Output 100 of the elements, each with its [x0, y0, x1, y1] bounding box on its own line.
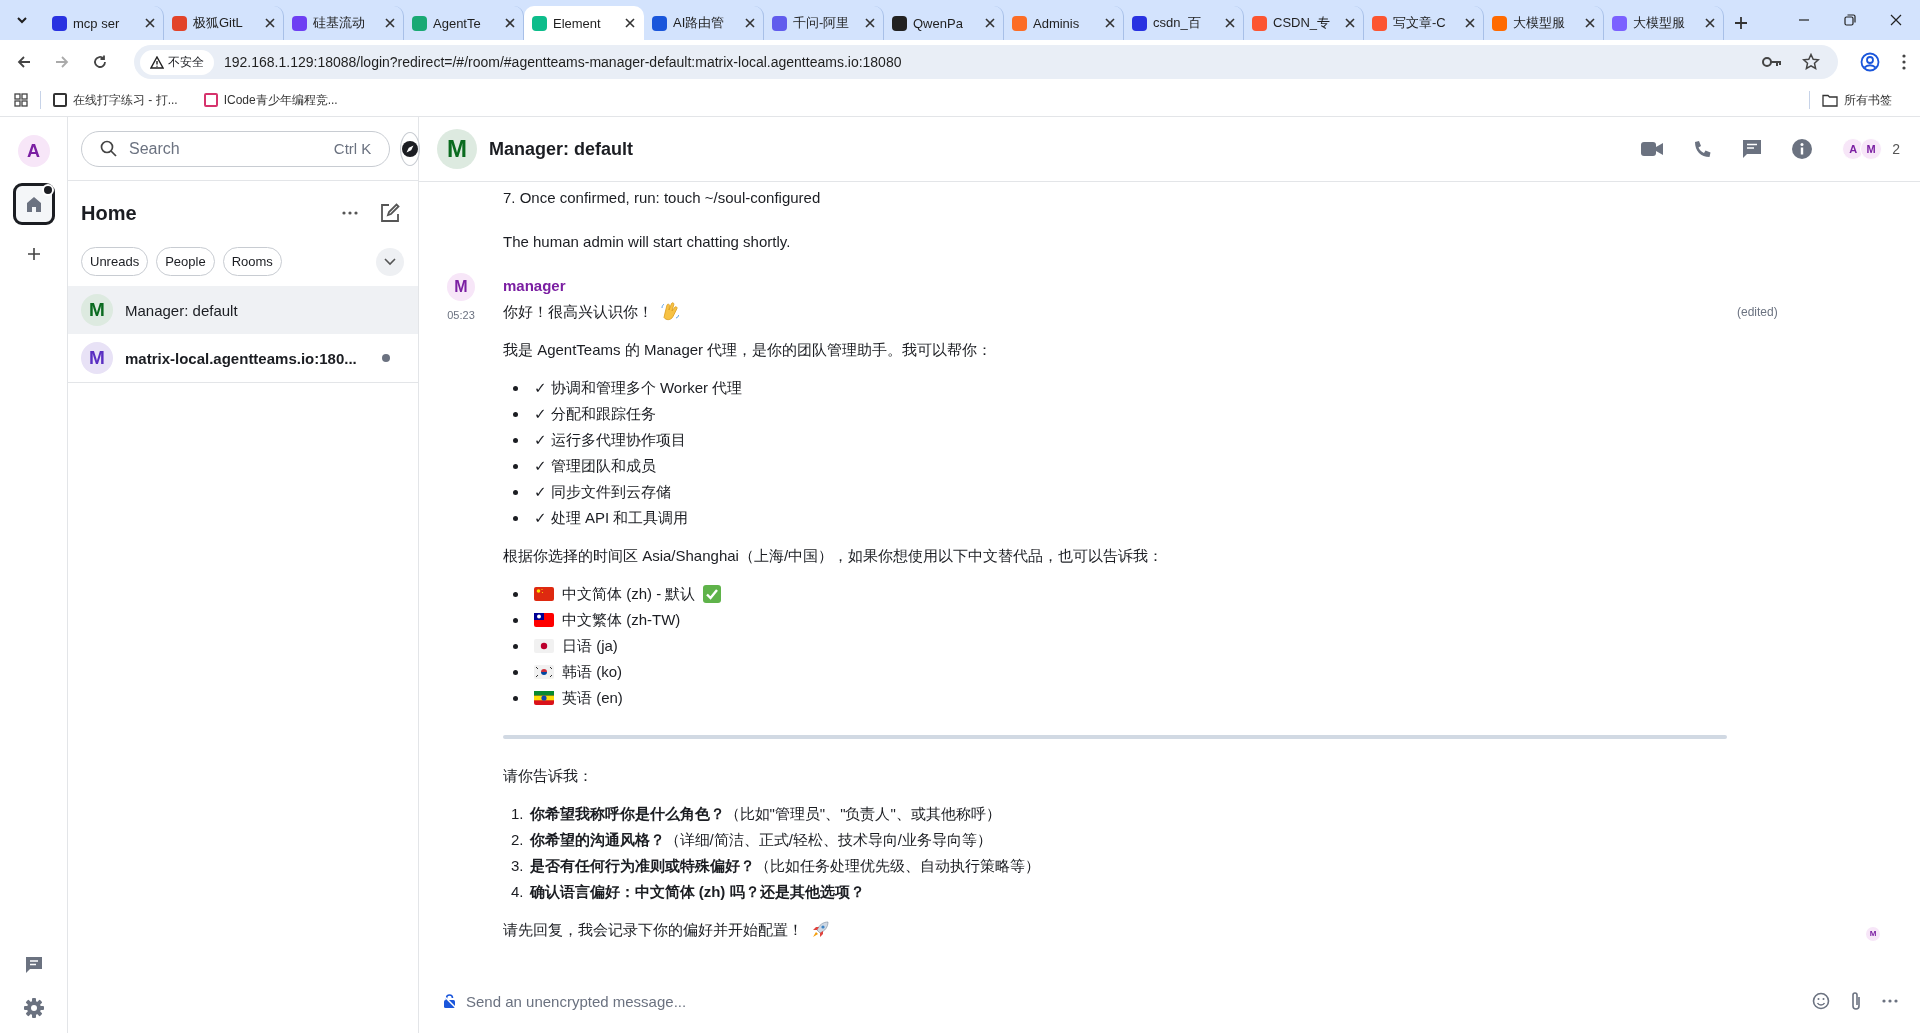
new-tab-icon[interactable] — [1734, 16, 1748, 30]
bullet-icon — [513, 617, 518, 623]
close-icon[interactable] — [505, 18, 515, 28]
menu-icon[interactable] — [1902, 54, 1906, 70]
bullet-icon — [513, 669, 518, 675]
list-item-text: 你希望我称呼你是什么角色？（比如"管理员"、"负责人"、或其他称呼） — [529, 804, 1001, 824]
bullet-icon — [513, 695, 518, 701]
message-text: 根据你选择的时间区 Asia/Shanghai（上海/中国），如果你想使用以下中文替代品，也可以告诉我： — [503, 546, 1164, 566]
room-item[interactable]: M Manager: default — [68, 286, 418, 334]
plus-icon[interactable] — [26, 247, 41, 261]
list-item-text: ✓ 分配和跟踪任务 — [534, 404, 656, 424]
close-icon[interactable] — [1585, 18, 1595, 28]
filter-chip[interactable]: Unreads — [81, 247, 149, 276]
profile-icon[interactable] — [1860, 52, 1880, 72]
threads-icon[interactable] — [23, 955, 44, 975]
chevron-down-icon — [384, 257, 396, 266]
close-icon[interactable] — [1345, 18, 1355, 28]
bullet-icon — [513, 411, 518, 417]
expand-button[interactable] — [376, 247, 404, 276]
back-icon[interactable] — [16, 54, 32, 70]
video-call-icon[interactable] — [1641, 141, 1664, 157]
member-avatar[interactable]: M — [1860, 138, 1883, 160]
search-input[interactable]: Search — [127, 138, 324, 159]
room-title: Manager: default — [489, 138, 634, 160]
key-icon[interactable] — [1762, 56, 1782, 68]
unencrypted-icon — [443, 994, 456, 1008]
list-number: 2. — [511, 830, 524, 850]
chat-icon[interactable] — [1742, 139, 1763, 159]
member-count[interactable]: 2 — [1892, 141, 1900, 157]
close-icon[interactable] — [985, 18, 995, 28]
close-icon[interactable] — [385, 18, 395, 28]
restore-icon[interactable] — [1844, 14, 1856, 26]
bookmark-link[interactable]: ICode青少年编程竞... — [203, 91, 338, 109]
rocket-icon — [811, 921, 829, 939]
apps-icon[interactable] — [14, 93, 28, 107]
list-item-text: 中文繁体 (zh-TW) — [562, 610, 681, 630]
compose-icon[interactable] — [380, 203, 400, 223]
bullet-icon — [513, 463, 518, 469]
list-number: 3. — [511, 856, 524, 876]
message-text: 我是 AgentTeams 的 Manager 代理，是你的团队管理助手。我可以帮你： — [503, 340, 993, 360]
close-icon[interactable] — [1105, 18, 1115, 28]
folder-icon — [1822, 93, 1838, 107]
list-item-text: 确认语言偏好：中文简体 (zh) 吗？还是其他选项？ — [529, 882, 865, 902]
account-avatar[interactable]: A — [17, 135, 50, 167]
warning-icon — [150, 55, 164, 69]
flag-icon — [534, 691, 554, 705]
close-icon[interactable] — [1705, 18, 1715, 28]
edited-label[interactable]: (edited) — [1737, 299, 1778, 325]
phone-icon[interactable] — [1693, 139, 1713, 159]
message-text: 请你告诉我： — [503, 766, 593, 786]
list-item-text: 英语 (en) — [562, 688, 623, 708]
close-icon[interactable] — [265, 18, 275, 28]
info-icon[interactable] — [1792, 139, 1813, 159]
filter-chip[interactable]: People — [156, 247, 215, 276]
close-icon[interactable] — [745, 18, 755, 28]
close-icon[interactable] — [1225, 18, 1235, 28]
flag-icon — [534, 639, 554, 653]
list-item-text: 是否有任何行为准则或特殊偏好？（比如任务处理优先级、自动执行策略等） — [529, 856, 1040, 876]
all-bookmarks-link[interactable]: 所有书签 — [1822, 91, 1892, 109]
close-icon[interactable] — [1890, 14, 1902, 26]
close-icon[interactable] — [625, 18, 635, 28]
list-item-text: ✓ 运行多代理协作项目 — [534, 430, 686, 450]
attachment-icon[interactable] — [1850, 991, 1862, 1011]
sender-name[interactable]: manager — [503, 273, 1727, 299]
close-icon[interactable] — [145, 18, 155, 28]
section-title: Home — [81, 201, 137, 225]
list-item-text: 中文简体 (zh) - 默认 — [562, 584, 696, 604]
more-icon[interactable] — [342, 211, 358, 215]
search-icon — [100, 140, 117, 157]
more-icon[interactable] — [1882, 999, 1898, 1003]
shortcut-hint: Ctrl K — [333, 140, 372, 157]
browser-tab[interactable]: Element — [524, 6, 644, 40]
emoji-icon[interactable] — [1812, 992, 1830, 1010]
message-text: 你好！很高兴认识你！ — [503, 302, 653, 322]
close-icon[interactable] — [865, 18, 875, 28]
list-number: 4. — [511, 882, 524, 902]
security-chip[interactable]: 不安全 — [140, 49, 214, 75]
bullet-icon — [513, 591, 518, 597]
list-item-text: ✓ 同步文件到云存储 — [534, 482, 671, 502]
star-icon[interactable] — [1802, 53, 1820, 71]
bullet-icon — [513, 515, 518, 521]
room-item[interactable]: M matrix-local.agentteams.io:180... — [68, 334, 418, 383]
check-mark-icon — [703, 585, 722, 603]
home-button[interactable] — [12, 183, 55, 225]
flag-icon — [534, 665, 554, 679]
bullet-icon — [513, 489, 518, 495]
message-text: 7. Once confirmed, run: touch ~/soul-configured — [503, 188, 822, 208]
settings-icon[interactable] — [22, 997, 45, 1019]
close-icon[interactable] — [1465, 18, 1475, 28]
address-bar[interactable]: 不安全 192.168.1.129:18088/login?redirect=/#/room/#agentteams-manager-default:matrix-local.agentteams.io:18080 — [134, 45, 1838, 79]
bullet-icon — [513, 385, 518, 391]
read-receipt-avatar[interactable]: M — [1866, 927, 1880, 941]
flag-icon — [534, 587, 554, 601]
sender-avatar[interactable]: M — [447, 273, 475, 301]
list-item-text: ✓ 管理团队和成员 — [534, 456, 656, 476]
room-avatar[interactable]: M — [437, 129, 477, 169]
filter-chip[interactable]: Rooms — [222, 247, 282, 276]
bookmark-link[interactable]: 在线打字练习 - 打... — [53, 91, 178, 109]
list-item-text: 你希望的沟通风格？（详细/简洁、正式/轻松、技术导向/业务导向等） — [529, 830, 993, 850]
reload-icon[interactable] — [92, 54, 108, 70]
